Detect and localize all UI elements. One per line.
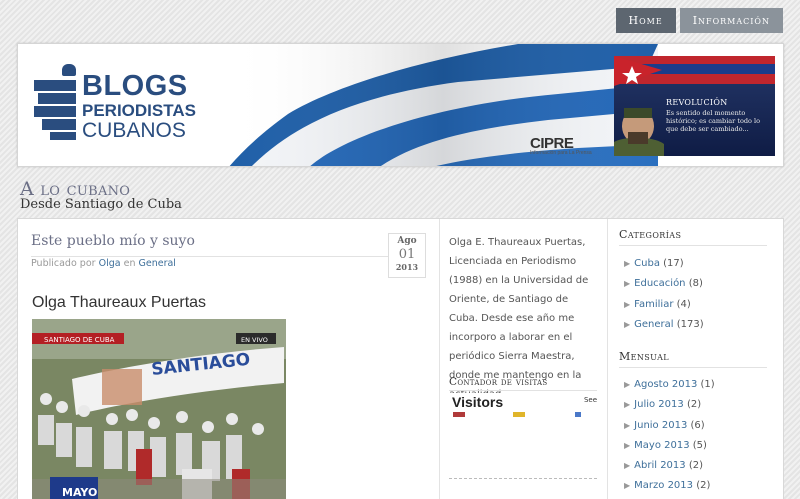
logo-icon-bar — [38, 93, 76, 104]
post-meta-mid: en — [123, 258, 136, 269]
archive-count: (6) — [690, 419, 705, 431]
post-date-year: 2013 — [395, 262, 419, 272]
logo-icon-bar — [50, 132, 76, 140]
monthly-list: ▶ Agosto 2013 (1) ▶ Julio 2013 (2) ▶ Junio … — [624, 375, 715, 497]
site-logo[interactable]: BLOGS PERIODISTAS CUBANOS — [32, 60, 232, 142]
revolucion-promo[interactable]: REVOLUCIÓN Es sentido del momento histór… — [614, 56, 775, 156]
cipre-tagline: Información para La Prensa — [530, 150, 592, 156]
category-link[interactable]: General — [634, 319, 673, 330]
sidebar-dashed-divider — [449, 478, 597, 479]
logo-icon-dot — [62, 64, 76, 76]
arrow-right-icon: ▶ — [624, 400, 631, 410]
post-author-link[interactable]: Olga — [99, 258, 121, 269]
arrow-right-icon: ▶ — [624, 420, 631, 430]
archive-item: ▶ Marzo 2013 (2) — [624, 476, 715, 496]
monthly-divider — [619, 367, 767, 368]
category-item: ▶ Cuba (17) — [624, 254, 704, 274]
archive-count: (5) — [692, 439, 707, 451]
categories-list: ▶ Cuba (17) ▶ Educación (8) ▶ Familiar (4) … — [624, 254, 704, 335]
archive-link[interactable]: Julio 2013 — [634, 399, 684, 410]
post-meta: Publicado por Olga en General — [31, 258, 176, 269]
category-count: (8) — [688, 278, 703, 290]
archive-link[interactable]: Agosto 2013 — [634, 379, 697, 390]
post-category-link[interactable]: General — [139, 258, 176, 269]
logo-text-cubanos: CUBANOS — [82, 119, 186, 142]
promo-title: REVOLUCIÓN — [666, 98, 728, 107]
photo-caption-left: SANTIAGO DE CUBA — [44, 336, 115, 344]
archive-item: ▶ Junio 2013 (6) — [624, 416, 715, 436]
cuban-flag-image — [228, 44, 658, 166]
column-divider — [439, 219, 440, 499]
nav-home[interactable]: Home — [615, 8, 676, 33]
category-item: ▶ Educación (8) — [624, 274, 704, 294]
archive-item: ▶ Abril 2013 (2) — [624, 456, 715, 476]
archive-count: (2) — [686, 399, 702, 411]
categories-divider — [619, 245, 767, 246]
archive-count: (2) — [696, 480, 711, 492]
post-title-divider — [31, 256, 388, 257]
column-divider — [607, 219, 608, 499]
monthly-title: Mensual — [619, 350, 669, 363]
archive-link[interactable]: Abril 2013 — [634, 460, 685, 471]
photo-caption-right: EN VIVO — [241, 336, 268, 344]
logo-icon-bar — [34, 80, 76, 91]
category-count: (4) — [676, 298, 691, 310]
arrow-right-icon: ▶ — [624, 461, 631, 471]
archive-count: (2) — [688, 460, 703, 472]
photo-logo-text: MAYO — [62, 486, 97, 499]
counter-visitors-label: Visitors — [452, 394, 504, 410]
post-date: Ago 01 2013 — [388, 233, 426, 278]
parade-photo-image: SANTIAGO DE CUBA EN VIVO SANTIAGO MAYO — [32, 319, 286, 499]
category-item: ▶ Familiar (4) — [624, 295, 704, 315]
arrow-right-icon: ▶ — [624, 380, 631, 389]
arrow-right-icon: ▶ — [624, 279, 631, 289]
logo-text-periodistas: PERIODISTAS — [82, 101, 196, 120]
archive-item: ▶ Mayo 2013 (5) — [624, 436, 715, 456]
category-count: (17) — [663, 258, 684, 269]
categories-title: Categorías — [619, 228, 682, 241]
flag-icon — [575, 412, 581, 417]
flag-icon — [513, 412, 525, 417]
archive-link[interactable]: Mayo 2013 — [634, 440, 689, 451]
nav-informacion[interactable]: Información — [679, 8, 783, 33]
category-link[interactable]: Cuba — [634, 258, 660, 269]
post-date-day: 01 — [398, 247, 416, 262]
counter-see-label: See — [583, 396, 597, 404]
header-banner[interactable]: BLOGS PERIODISTAS CUBANOS CIPRE Informac… — [17, 43, 784, 167]
counter-title: Contador de visitas — [449, 376, 548, 388]
archive-link[interactable]: Junio 2013 — [634, 420, 687, 431]
category-item: ▶ General (173) — [624, 315, 704, 335]
category-link[interactable]: Familiar — [634, 299, 673, 310]
post-photo[interactable]: SANTIAGO DE CUBA EN VIVO SANTIAGO MAYO — [32, 319, 286, 499]
promo-quote: Es sentido del momento histórico; es cam… — [666, 109, 760, 134]
cipre-logo[interactable]: CIPRE Información para La Prensa — [530, 135, 592, 156]
arrow-right-icon: ▶ — [624, 299, 631, 309]
post-title[interactable]: Este pueblo mío y suyo — [31, 233, 195, 249]
visitor-counter-widget[interactable]: Visitors See — [449, 393, 597, 417]
main-content: Este pueblo mío y suyo Publicado por Olg… — [17, 218, 784, 499]
post-heading: Olga Thaureaux Puertas — [32, 294, 207, 311]
post-date-month: Ago — [397, 236, 417, 246]
post-meta-prefix: Publicado por — [31, 258, 96, 269]
archive-item: ▶ Julio 2013 (2) — [624, 395, 715, 415]
archive-item: ▶ Agosto 2013 (1) — [624, 375, 715, 395]
arrow-right-icon: ▶ — [624, 440, 631, 450]
archive-link[interactable]: Marzo 2013 — [634, 480, 693, 491]
category-count: (173) — [676, 318, 704, 330]
archive-count: (1) — [700, 379, 715, 390]
arrow-right-icon: ▶ — [624, 319, 631, 329]
arrow-right-icon: ▶ — [624, 481, 631, 491]
category-link[interactable]: Educación — [634, 278, 685, 289]
arrow-right-icon: ▶ — [624, 259, 631, 268]
logo-icon-bar — [34, 106, 76, 117]
counter-divider — [449, 390, 597, 391]
us-flag-icon — [453, 412, 465, 417]
logo-text-blogs: BLOGS — [82, 70, 188, 102]
top-navigation: Home Información — [615, 8, 783, 33]
site-description: Desde Santiago de Cuba — [20, 197, 182, 212]
logo-icon-bar — [42, 119, 76, 130]
